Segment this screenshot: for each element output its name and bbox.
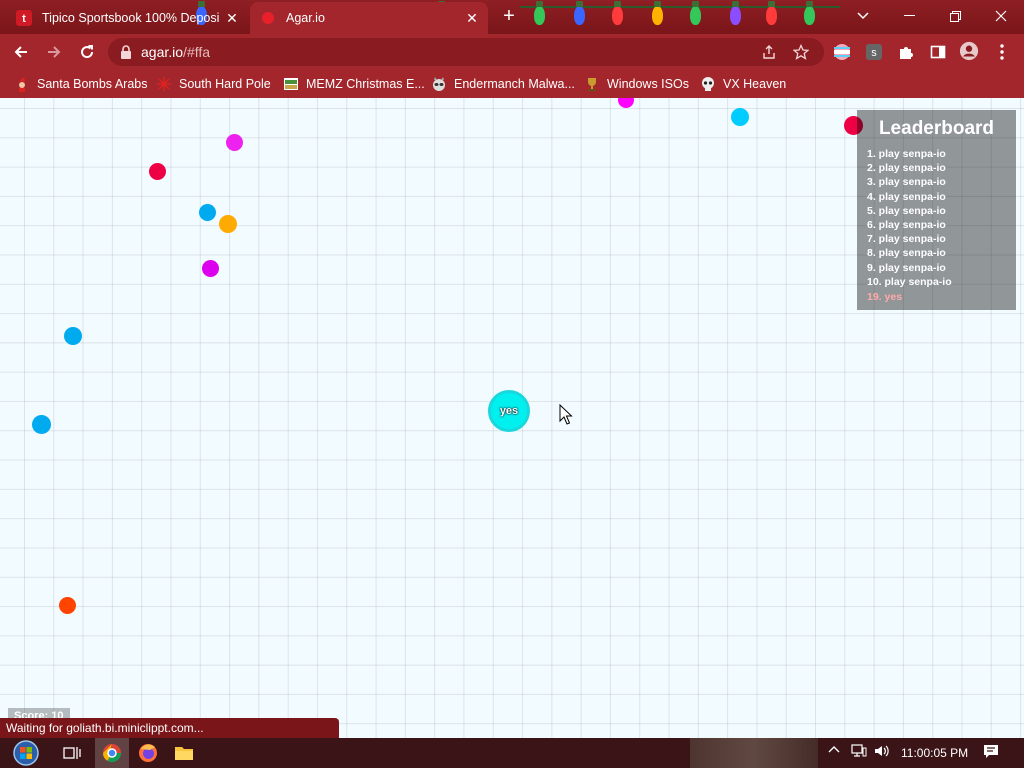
food-pellet: [226, 134, 243, 151]
start-orb-icon[interactable]: [12, 739, 40, 767]
tipico-icon: t: [16, 10, 32, 26]
bookmarks-bar: Santa Bombs Arabs South Hard Pole MEMZ C…: [0, 70, 1024, 98]
notification-center-icon[interactable]: [983, 744, 999, 762]
flag-extension-icon[interactable]: [832, 42, 852, 62]
new-tab-button[interactable]: +: [498, 6, 520, 28]
network-icon[interactable]: [851, 744, 867, 761]
profile-avatar-icon[interactable]: [959, 41, 979, 61]
task-view-icon[interactable]: [60, 741, 84, 765]
bookmark-star-icon[interactable]: [792, 43, 810, 61]
chrome-icon[interactable]: [95, 738, 129, 768]
skull-icon: [700, 76, 716, 92]
bookmark-label: MEMZ Christmas E...: [306, 77, 425, 91]
leaderboard-entry: 7. play senpa-io: [867, 233, 946, 246]
player-cell: yes: [488, 390, 530, 432]
browser-toolbar: agar.io/#ffa s: [0, 34, 1024, 70]
file-explorer-icon[interactable]: [172, 741, 196, 765]
tab-title: Tipico Sportsbook 100% Deposi: [42, 11, 220, 25]
back-button[interactable]: [8, 39, 34, 65]
reload-button[interactable]: [74, 39, 100, 65]
leaderboard-title: Leaderboard: [878, 118, 995, 139]
bookmark-windows-isos[interactable]: Windows ISOs: [584, 75, 689, 93]
leaderboard-entry: 6. play senpa-io: [867, 218, 946, 231]
bookmark-label: Santa Bombs Arabs: [37, 77, 148, 91]
leaderboard-list: 1. play senpa-io 2. play senpa-io 3. pla…: [867, 147, 1016, 304]
tray-chevron-up-icon[interactable]: [828, 744, 840, 759]
bookmark-south-hard-pole[interactable]: South Hard Pole: [156, 75, 271, 93]
lock-icon[interactable]: [120, 45, 132, 59]
address-bar[interactable]: agar.io/#ffa: [108, 38, 824, 66]
food-pellet: [219, 215, 237, 233]
leaderboard-entry: 1. play senpa-io: [867, 148, 946, 160]
food-pellet: [618, 98, 634, 108]
bookmark-label: VX Heaven: [723, 77, 787, 91]
food-pellet: [59, 597, 76, 614]
window-close-button[interactable]: [978, 0, 1024, 32]
menu-kebab-icon[interactable]: [992, 42, 1012, 62]
leaderboard-entry: 9. play senpa-io: [867, 261, 946, 274]
mouse-cursor-icon: [559, 404, 573, 425]
memz-icon: [283, 76, 299, 92]
taskbar-clock[interactable]: 11:00:05 PM: [901, 746, 968, 760]
url-host: agar.io: [141, 44, 184, 60]
leaderboard-entry: 10. play senpa-io: [867, 275, 952, 288]
tab-title: Agar.io: [286, 11, 325, 25]
forward-button[interactable]: [41, 39, 67, 65]
tab-agario[interactable]: Agar.io ✕: [250, 2, 488, 34]
restore-button[interactable]: [932, 0, 978, 32]
food-pellet: [199, 204, 216, 221]
agar-icon: [260, 10, 276, 26]
share-icon[interactable]: [760, 43, 778, 61]
url-path: /#ffa: [183, 44, 211, 60]
food-pellet: [32, 415, 51, 434]
firefox-icon[interactable]: [136, 741, 160, 765]
tab-close-icon[interactable]: ✕: [222, 10, 242, 27]
svg-text:s: s: [871, 47, 877, 59]
raccoon-icon: [431, 76, 447, 92]
tab-close-icon[interactable]: ✕: [462, 10, 482, 27]
food-pellet: [202, 260, 219, 277]
game-canvas[interactable]: yes Leaderboard 1. play senpa-io 2. play…: [0, 98, 1024, 738]
taskbar-wallpaper-strip: [690, 738, 818, 768]
bookmark-santa-bombs-arabs[interactable]: Santa Bombs Arabs: [14, 75, 147, 93]
s-extension-icon[interactable]: s: [864, 42, 884, 62]
food-pellet: [64, 327, 82, 345]
extensions-puzzle-icon[interactable]: [896, 42, 916, 62]
bookmark-endermanch-malware[interactable]: Endermanch Malwa...: [431, 75, 575, 93]
santa-icon: [14, 76, 30, 92]
minimize-button[interactable]: [886, 0, 932, 32]
food-pellet: [149, 163, 166, 180]
tab-strip: t Tipico Sportsbook 100% Deposi ✕ Agar.i…: [0, 0, 1024, 34]
bookmark-label: Endermanch Malwa...: [454, 77, 575, 91]
volume-icon[interactable]: [874, 744, 890, 761]
bookmark-memz-christmas[interactable]: MEMZ Christmas E...: [283, 75, 425, 93]
leaderboard-entry: 5. play senpa-io: [867, 204, 946, 217]
tab-tipico[interactable]: t Tipico Sportsbook 100% Deposi ✕: [6, 2, 248, 34]
windows-taskbar: 11:00:05 PM: [0, 738, 1024, 768]
player-name: yes: [499, 405, 519, 417]
bookmark-label: Windows ISOs: [607, 77, 689, 91]
tab-search-chevron-icon[interactable]: [840, 0, 886, 32]
svg-text:t: t: [22, 13, 26, 25]
snowflake-icon: [156, 76, 172, 92]
leaderboard-entry: 8. play senpa-io: [867, 247, 946, 260]
leaderboard-entry: 4. play senpa-io: [867, 190, 946, 203]
food-pellet: [731, 108, 749, 126]
trophy-icon: [584, 76, 600, 92]
url-text: agar.io/#ffa: [141, 44, 210, 60]
leaderboard-entry: 2. play senpa-io: [867, 162, 946, 175]
bookmark-vx-heaven[interactable]: VX Heaven: [700, 75, 786, 93]
side-panel-icon[interactable]: [928, 42, 948, 62]
status-bubble: Waiting for goliath.bi.miniclippt.com...: [0, 718, 339, 738]
leaderboard-panel: Leaderboard 1. play senpa-io 2. play sen…: [857, 110, 1016, 310]
bookmark-label: South Hard Pole: [179, 77, 271, 91]
leaderboard-own-entry: 19. yes: [867, 290, 903, 303]
leaderboard-entry: 3. play senpa-io: [867, 176, 946, 189]
